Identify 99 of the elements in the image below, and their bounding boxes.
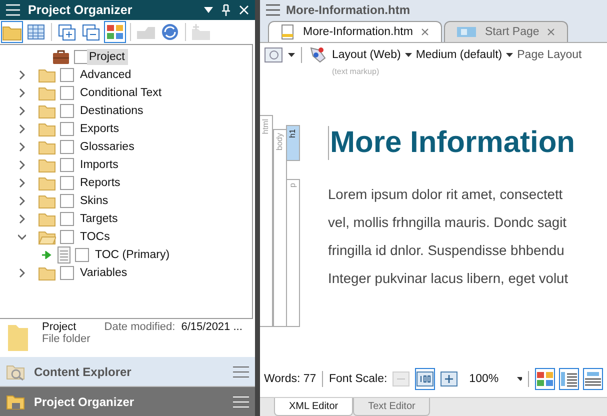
document-icon — [281, 24, 295, 40]
expand-chevron-icon[interactable] — [18, 178, 26, 188]
folder-icon — [38, 158, 56, 172]
pane-label: Project Organizer — [34, 394, 136, 408]
folder-icon — [38, 86, 56, 100]
paragraph-line: vel, mollis frhngilla mauris. Dondc sagit — [328, 214, 568, 232]
open-folder-icon — [38, 230, 56, 244]
folder-icon — [38, 266, 56, 280]
checkbox[interactable] — [60, 212, 74, 226]
expand-chevron-icon[interactable] — [18, 70, 26, 80]
folder-icon — [6, 392, 26, 410]
tree-item[interactable]: Destinations — [78, 103, 146, 119]
tree-item[interactable]: Exports — [78, 121, 122, 137]
folder-icon — [38, 212, 56, 226]
zoom-dropdown[interactable]: 100% — [469, 373, 499, 385]
checkbox[interactable] — [60, 86, 74, 100]
top-bars-button[interactable] — [583, 368, 603, 390]
checkbox[interactable] — [60, 104, 74, 118]
menu-icon[interactable] — [233, 366, 249, 378]
tree-item[interactable]: Targets — [78, 211, 121, 227]
tree-item[interactable]: Variables — [78, 265, 130, 281]
dropdown-icon[interactable] — [516, 377, 522, 381]
folder-icon — [38, 104, 56, 118]
expand-chevron-icon[interactable] — [18, 142, 26, 152]
document-tab[interactable]: More-Information.htm — [268, 21, 442, 42]
expand-chevron-icon[interactable] — [18, 196, 26, 206]
checkbox[interactable] — [60, 230, 74, 244]
document-tab[interactable]: Start Page — [444, 21, 568, 42]
reset-scale-button[interactable] — [415, 368, 436, 390]
structure-bar[interactable]: h1 — [286, 125, 300, 161]
pin-icon[interactable] — [221, 4, 231, 16]
checkbox[interactable] — [74, 50, 88, 64]
tree-item[interactable]: Skins — [78, 193, 112, 209]
tree-item[interactable]: Project — [87, 49, 128, 65]
paragraph-line: Integer pukvinar lacus libern, eget volut — [328, 270, 570, 288]
checkbox[interactable] — [60, 266, 74, 280]
checkbox[interactable] — [60, 158, 74, 172]
checkbox[interactable] — [60, 68, 74, 82]
left-bars-button[interactable] — [559, 368, 579, 390]
expand-chevron-icon[interactable] — [18, 106, 26, 116]
text-cursor — [328, 126, 329, 160]
tags-icon[interactable] — [308, 45, 328, 65]
heading: More Information — [330, 126, 575, 160]
document-icon — [57, 246, 71, 264]
dropdown-icon[interactable] — [506, 53, 514, 57]
expand-chevron-icon[interactable] — [18, 214, 26, 224]
folder-search-icon — [6, 362, 26, 380]
tree-item[interactable]: Advanced — [78, 67, 134, 83]
pane-switcher-bar[interactable]: Project Organizer — [0, 387, 255, 416]
folder-icon — [38, 122, 56, 136]
paragraph-line: Lorem ipsum dolor rit amet, consectett — [328, 186, 564, 204]
paragraph-line: fringilla id dnlor. Suspendisse bhbendu — [328, 242, 566, 260]
collapse-chevron-icon[interactable] — [18, 232, 26, 242]
tree-item[interactable]: Glossaries — [78, 139, 138, 155]
dropdown-icon[interactable] — [204, 7, 213, 13]
folder-icon — [38, 68, 56, 82]
dropdown[interactable]: Layout (Web) — [332, 49, 401, 61]
date-value: 6/15/2021 ... — [181, 321, 242, 333]
tree-item[interactable]: TOCs — [78, 229, 113, 245]
close-icon[interactable] — [420, 28, 429, 36]
menu-icon[interactable] — [266, 4, 280, 16]
date-label: Date modified: — [104, 321, 176, 333]
pane-switcher-bar[interactable]: Content Explorer — [0, 357, 255, 387]
folder-icon — [38, 140, 56, 154]
checkbox[interactable] — [60, 140, 74, 154]
folder-icon — [38, 176, 56, 190]
item-name: Project — [42, 321, 78, 333]
tree-item[interactable]: Conditional Text — [78, 85, 165, 101]
tree-item[interactable]: Reports — [78, 175, 124, 191]
editor-tab[interactable]: Text Editor — [353, 398, 430, 416]
slides-icon — [456, 26, 477, 38]
word-count: Words: 77 — [264, 373, 316, 385]
tiles-button[interactable] — [104, 21, 126, 43]
checkbox[interactable] — [60, 122, 74, 136]
item-type: File folder — [42, 333, 90, 345]
sync-button[interactable] — [159, 21, 181, 43]
folder-icon — [38, 194, 56, 208]
expand-chevron-icon[interactable] — [18, 124, 26, 134]
folder-button[interactable] — [1, 21, 23, 43]
tiles-button[interactable] — [535, 368, 555, 390]
checkbox[interactable] — [75, 248, 89, 262]
dropdown[interactable]: Page Layout — [517, 49, 582, 61]
dropdown-icon[interactable] — [288, 53, 295, 57]
tree-item[interactable]: Imports — [78, 157, 122, 173]
briefcase-icon — [52, 49, 70, 65]
expand-chevron-icon[interactable] — [18, 160, 26, 170]
pane-label: Content Explorer — [34, 364, 132, 378]
hint-text: (text markup) — [331, 67, 380, 78]
document-title: More-Information.htm — [286, 3, 410, 17]
checkbox[interactable] — [60, 176, 74, 190]
expand-chevron-icon[interactable] — [18, 268, 26, 278]
expand-chevron-icon[interactable] — [18, 88, 26, 98]
dropdown-icon[interactable] — [404, 53, 412, 57]
dropdown[interactable]: Medium (default) — [416, 49, 502, 61]
checkbox[interactable] — [60, 194, 74, 208]
tree-item[interactable]: TOC (Primary) — [93, 247, 173, 263]
editor-tab[interactable]: XML Editor — [274, 398, 354, 416]
font-scale-label: Font Scale: — [329, 373, 388, 385]
panel-title: Project Organizer — [28, 3, 134, 17]
